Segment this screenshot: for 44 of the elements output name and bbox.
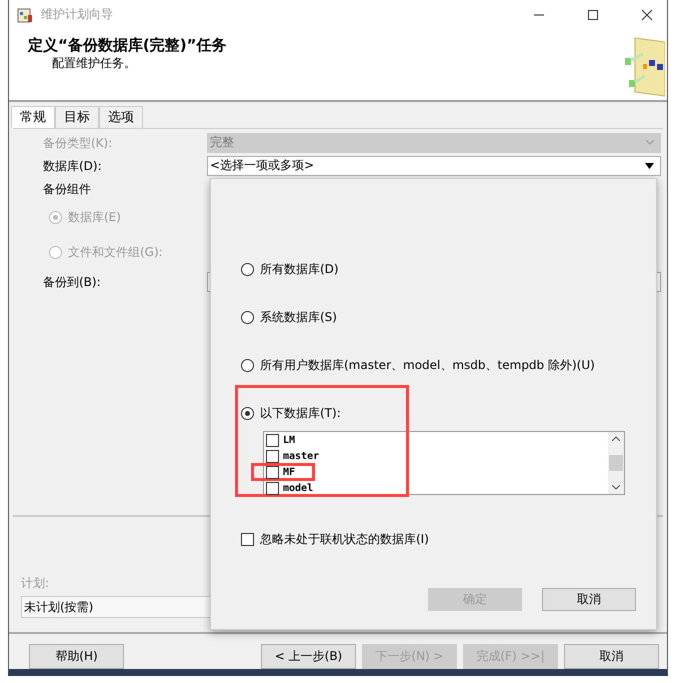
tab[interactable]: 选项 xyxy=(99,106,143,128)
field-label: 计划: xyxy=(21,574,50,592)
checkbox[interactable] xyxy=(266,434,279,446)
checkbox[interactable] xyxy=(266,482,279,494)
radio-label: 所有用户数据库(master、model、msdb、tempdb 除外)(U) xyxy=(260,356,595,374)
field-label: 备份类型(K): xyxy=(43,134,114,152)
radio-button[interactable] xyxy=(241,310,254,324)
wizard-button[interactable]: 取消 xyxy=(564,644,659,669)
field-label: 数据库(D): xyxy=(43,158,103,175)
radio-button[interactable] xyxy=(241,406,254,420)
checkbox[interactable] xyxy=(266,450,279,462)
section-label: 备份组件 xyxy=(43,180,92,198)
app-icon xyxy=(17,6,33,23)
radio-label: 数据库(E) xyxy=(68,209,121,226)
database-dropdown[interactable]: <选择一项或多项> xyxy=(207,156,661,176)
page-subtitle: 配置维护任务。 xyxy=(52,54,137,72)
database-name: MF xyxy=(283,466,296,478)
database-name: LM xyxy=(283,434,296,446)
window-title: 维护计划向导 xyxy=(41,6,113,24)
radio-button[interactable] xyxy=(241,262,254,276)
dropdown-arrow-icon xyxy=(645,162,654,169)
database-name: model xyxy=(283,482,314,494)
checkbox[interactable] xyxy=(266,466,279,478)
checkbox-label: 忽略未处于联机状态的数据库(I) xyxy=(260,530,429,548)
tab[interactable]: 常规 xyxy=(11,106,55,128)
scrollbar[interactable] xyxy=(608,432,624,494)
field-label: 备份到(B): xyxy=(43,274,102,291)
scroll-down-icon[interactable] xyxy=(612,485,620,490)
close-icon[interactable] xyxy=(641,8,653,21)
checkbox[interactable] xyxy=(241,532,254,546)
radio-label: 以下数据库(T): xyxy=(260,404,341,422)
wizard-button[interactable]: 帮助(H) xyxy=(29,644,124,669)
radio-label: 所有数据库(D) xyxy=(260,260,339,278)
tab[interactable]: 目标 xyxy=(55,106,99,128)
page-title: 定义“备份数据库(完整)”任务 xyxy=(28,36,228,55)
wizard-button[interactable]: < 上一步(B) xyxy=(261,644,356,669)
database-name: master xyxy=(283,450,320,462)
maximize-icon[interactable] xyxy=(587,8,599,21)
wizard-board-drawing xyxy=(623,36,665,98)
dialog-button[interactable]: 取消 xyxy=(542,588,636,611)
radio-label: 系统数据库(S) xyxy=(260,308,337,326)
radio-label: 文件和文件组(G): xyxy=(68,244,163,262)
scroll-up-icon[interactable] xyxy=(612,436,620,441)
radio-button[interactable] xyxy=(241,358,254,372)
